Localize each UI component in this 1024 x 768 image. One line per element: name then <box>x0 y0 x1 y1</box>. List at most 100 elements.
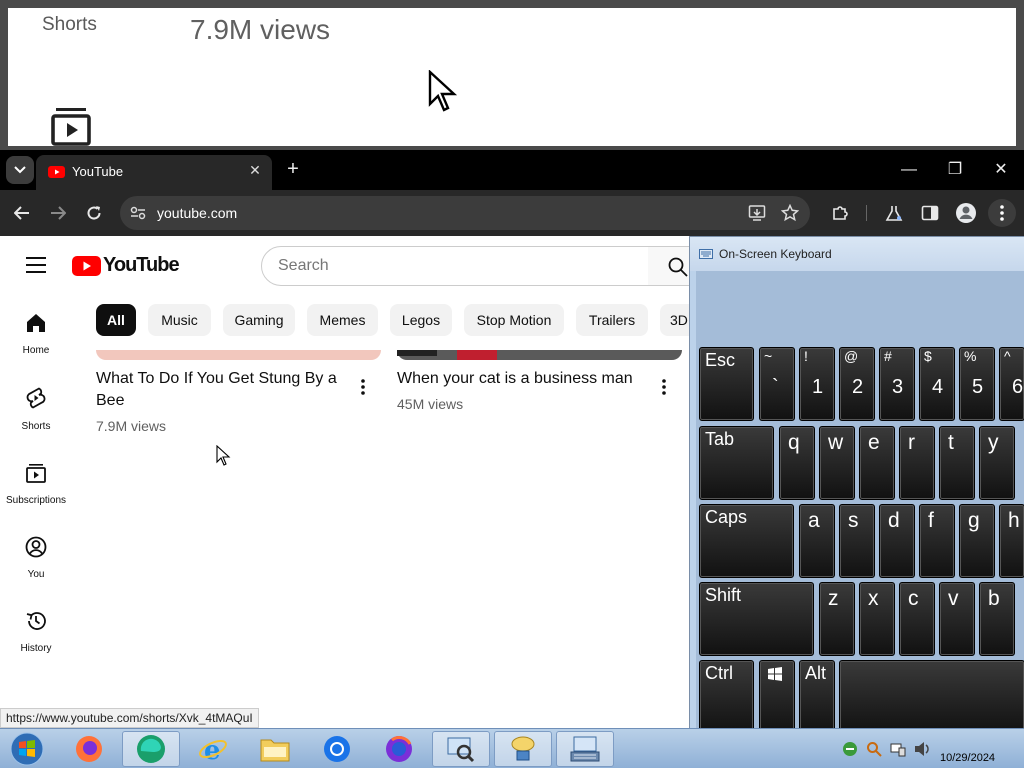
sidebar-item-label: Home <box>22 345 50 356</box>
taskbar-firefox[interactable] <box>60 731 118 767</box>
url-text: youtube.com <box>157 205 238 221</box>
profile-button[interactable] <box>954 201 978 225</box>
video-title[interactable]: When your cat is a business man <box>397 368 633 390</box>
key-t[interactable]: t <box>939 426 975 500</box>
more-vertical-icon[interactable] <box>654 377 674 397</box>
minimize-button[interactable]: — <box>895 158 923 182</box>
tray-date[interactable]: 10/29/2024 <box>940 752 995 764</box>
key-4[interactable]: $4 <box>919 347 955 421</box>
chip-music[interactable]: Music <box>148 304 211 336</box>
key-a[interactable]: a <box>799 504 835 578</box>
sidebar-item-subscriptions[interactable]: Subscriptions <box>0 462 72 506</box>
taskbar-firefox-alt[interactable] <box>370 731 428 767</box>
side-panel-button[interactable] <box>918 201 942 225</box>
youtube-logo[interactable]: YouTube <box>72 254 180 277</box>
chip-all[interactable]: All <box>96 304 136 336</box>
key-s[interactable]: s <box>839 504 875 578</box>
menu-button[interactable] <box>988 199 1016 227</box>
video-thumbnail[interactable] <box>397 350 682 360</box>
key-backtick[interactable]: ~ ` <box>759 347 795 421</box>
key-f[interactable]: f <box>919 504 955 578</box>
key-r[interactable]: r <box>899 426 935 500</box>
tab-youtube[interactable]: YouTube ✕ <box>36 155 272 190</box>
reload-button[interactable] <box>82 201 106 225</box>
key-5[interactable]: % 5 <box>959 347 995 421</box>
search-input[interactable]: Search <box>261 246 649 286</box>
tray-volume-icon[interactable] <box>914 741 932 757</box>
key-w[interactable]: w <box>819 426 855 500</box>
tray-search-icon[interactable] <box>866 741 882 757</box>
chip-stop-motion[interactable]: Stop Motion <box>464 304 564 336</box>
chip-legos[interactable]: Legos <box>390 304 452 336</box>
taskbar-app-1[interactable] <box>432 731 490 767</box>
video-title[interactable]: What To Do If You Get Stung By a <box>96 368 337 390</box>
more-vertical-icon[interactable] <box>353 377 373 397</box>
key-y[interactable]: y <box>979 426 1015 500</box>
key-3[interactable]: #3 <box>879 347 915 421</box>
taskbar-edge[interactable] <box>122 731 180 767</box>
site-settings-icon[interactable] <box>130 206 146 220</box>
sidebar-item-shorts[interactable]: Shorts <box>0 386 72 432</box>
labs-button[interactable] <box>882 201 906 225</box>
tray-network-icon[interactable] <box>842 741 858 757</box>
key-z[interactable]: z <box>819 582 855 656</box>
key-2[interactable]: @2 <box>839 347 875 421</box>
key-c[interactable]: c <box>899 582 935 656</box>
back-button[interactable] <box>10 201 34 225</box>
taskbar-on-screen-keyboard[interactable] <box>556 731 614 767</box>
side-panel-icon <box>921 205 939 221</box>
key-g[interactable]: g <box>959 504 995 578</box>
key-shift[interactable]: Shift <box>699 582 814 656</box>
key-caps[interactable]: Caps <box>699 504 794 578</box>
reload-icon <box>87 206 101 220</box>
taskbar-internet-explorer[interactable]: e <box>184 731 242 767</box>
sidebar-item-you[interactable]: You <box>0 536 72 580</box>
chip-trailers[interactable]: Trailers <box>576 304 648 336</box>
sidebar-item-history[interactable]: History <box>0 610 72 654</box>
taskbar-chrome[interactable] <box>308 731 366 767</box>
account-circle-icon <box>25 536 47 558</box>
key-esc[interactable]: Esc <box>699 347 754 421</box>
osk-titlebar[interactable]: On-Screen Keyboard <box>690 237 1024 271</box>
network-app-icon <box>511 736 535 761</box>
arrow-left-icon <box>14 206 29 220</box>
key-q[interactable]: q <box>779 426 815 500</box>
windows-logo-icon <box>768 667 782 681</box>
key-d[interactable]: d <box>879 504 915 578</box>
bookmark-star-icon[interactable] <box>781 204 799 222</box>
key-space[interactable] <box>839 660 1024 734</box>
key-1[interactable]: ! 1 <box>799 347 835 421</box>
address-bar[interactable]: youtube.com <box>120 196 810 230</box>
keyboard-icon <box>570 736 600 762</box>
taskbar-file-explorer[interactable] <box>246 731 304 767</box>
key-windows[interactable] <box>759 660 795 734</box>
key-ctrl[interactable]: Ctrl <box>699 660 754 734</box>
tab-close-icon[interactable]: ✕ <box>244 159 266 181</box>
video-title[interactable]: Bee <box>96 390 124 412</box>
toolbar-divider <box>866 205 867 221</box>
key-tab[interactable]: Tab <box>699 426 774 500</box>
key-x[interactable]: x <box>859 582 895 656</box>
close-window-button[interactable]: ✕ <box>987 158 1015 182</box>
key-e[interactable]: e <box>859 426 895 500</box>
forward-button[interactable] <box>46 201 70 225</box>
key-alt[interactable]: Alt <box>799 660 835 734</box>
hamburger-menu-icon[interactable] <box>26 257 46 273</box>
restore-button[interactable]: ❐ <box>941 158 969 182</box>
chip-gaming[interactable]: Gaming <box>223 304 295 336</box>
chip-memes[interactable]: Memes <box>307 304 378 336</box>
sidebar-item-label: You <box>27 569 45 580</box>
tray-display-icon[interactable] <box>890 741 906 757</box>
extensions-button[interactable] <box>828 201 852 225</box>
key-6[interactable]: ^ 6 <box>999 347 1024 421</box>
key-v[interactable]: v <box>939 582 975 656</box>
key-b[interactable]: b <box>979 582 1015 656</box>
install-app-icon[interactable] <box>748 204 766 222</box>
tab-search-button[interactable] <box>6 156 34 184</box>
sidebar-item-home[interactable]: Home <box>0 312 72 356</box>
new-tab-button[interactable]: + <box>282 158 304 180</box>
start-button[interactable] <box>2 731 52 767</box>
video-thumbnail[interactable] <box>96 350 381 360</box>
key-h[interactable]: h <box>999 504 1024 578</box>
taskbar-app-2[interactable] <box>494 731 552 767</box>
